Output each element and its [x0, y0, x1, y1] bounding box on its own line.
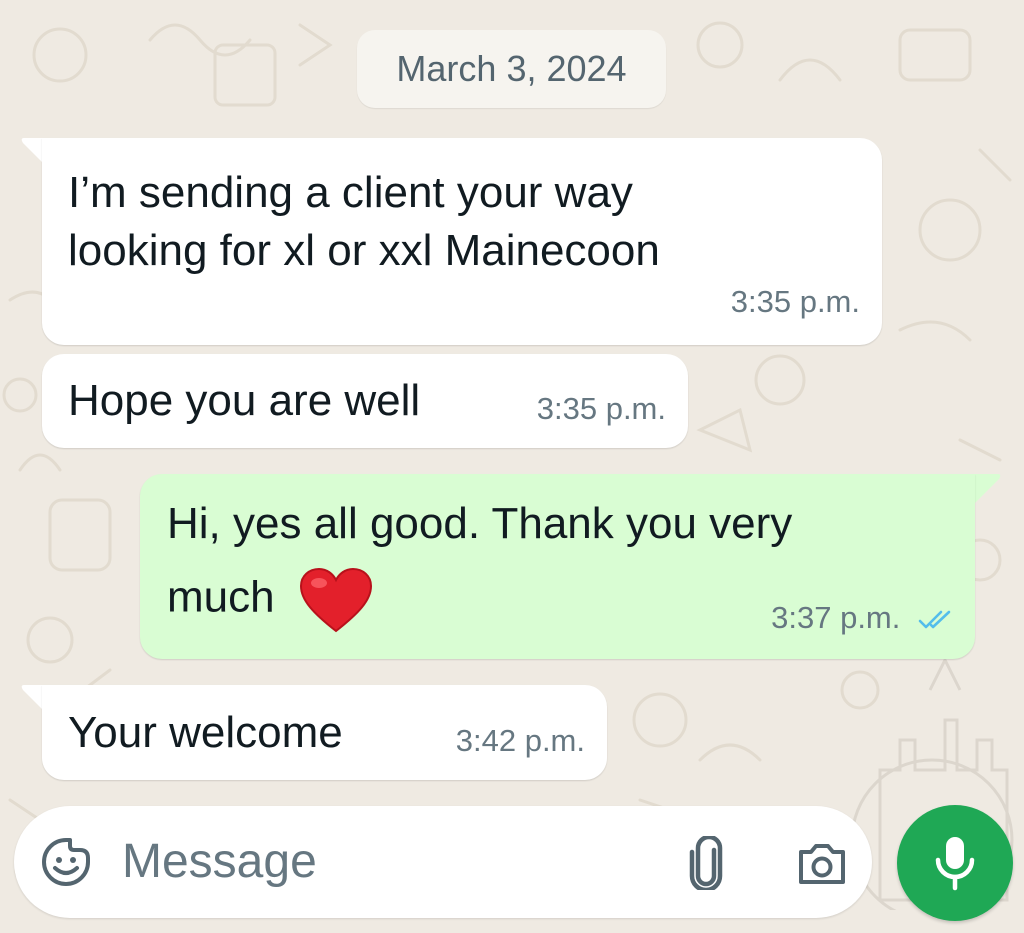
date-divider: March 3, 2024: [357, 30, 666, 108]
message-text-line: Hope you are well: [68, 376, 421, 425]
double-check-read-icon: [918, 610, 951, 629]
message-text-line: much: [167, 567, 373, 633]
message-text-line: looking for xl or xxl Mainecoon: [68, 226, 660, 275]
message-text: much: [167, 572, 275, 622]
message-timestamp: 3:42 p.m.: [455, 723, 585, 758]
microphone-icon: [935, 837, 975, 891]
message-text-line: Hi, yes all good. Thank you very: [167, 499, 793, 548]
message-timestamp: 3:35 p.m.: [536, 391, 666, 426]
message-incoming-2[interactable]: Hope you are well 3:35 p.m.: [42, 354, 688, 448]
paperclip-icon[interactable]: [686, 836, 726, 890]
emoji-sticker-icon[interactable]: [40, 836, 92, 888]
message-timestamp: 3:35 p.m.: [730, 284, 860, 319]
message-time-text: 3:37 p.m.: [771, 600, 901, 635]
message-text-line: I’m sending a client your way: [68, 168, 633, 217]
camera-icon[interactable]: [796, 842, 848, 886]
heart-emoji: [299, 567, 373, 633]
message-incoming-1[interactable]: I’m sending a client your way looking fo…: [42, 138, 882, 345]
message-outgoing-1[interactable]: Hi, yes all good. Thank you very much 3:…: [140, 474, 975, 659]
message-input[interactable]: Message: [122, 806, 642, 918]
message-incoming-3[interactable]: Your welcome 3:42 p.m.: [42, 685, 607, 780]
message-composer: Message: [14, 806, 872, 918]
voice-message-button[interactable]: [897, 805, 1013, 921]
message-timestamp: 3:37 p.m.: [771, 589, 953, 647]
message-text-line: Your welcome: [68, 708, 343, 757]
